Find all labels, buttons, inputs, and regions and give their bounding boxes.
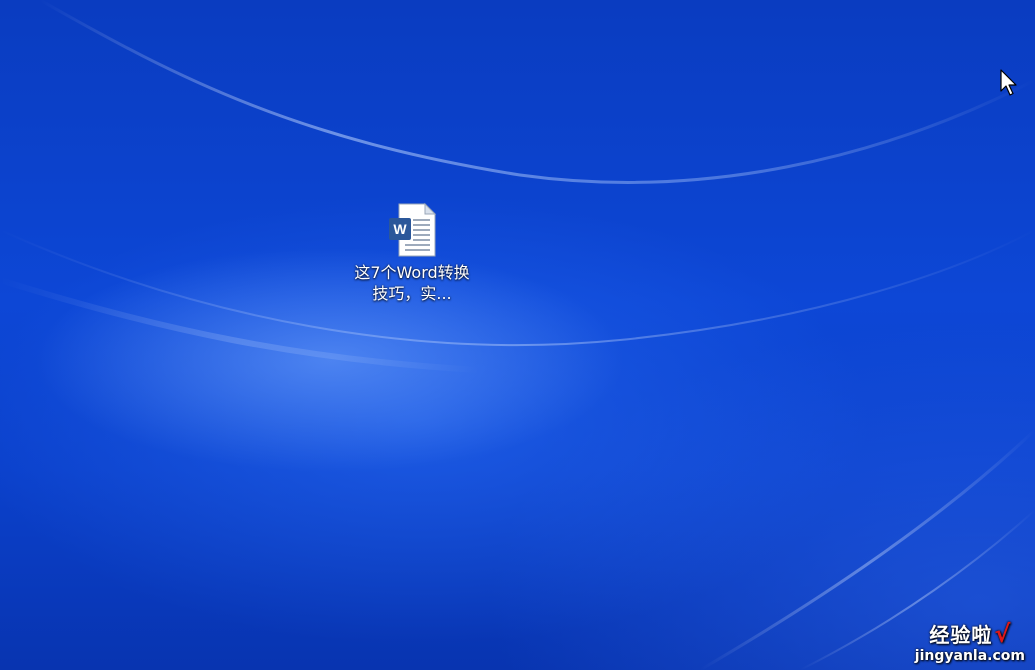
arrow-cursor-icon	[1000, 69, 1017, 96]
desktop-icon-word-document[interactable]: W 这7个Word转换技巧，实...	[350, 202, 474, 304]
watermark: 经验啦√ jingyanla.com	[915, 620, 1025, 664]
checkmark-icon: √	[994, 620, 1011, 648]
word-document-icon: W	[389, 202, 437, 257]
watermark-url: jingyanla.com	[914, 648, 1025, 664]
desktop[interactable]: W 这7个Word转换技巧，实... 经验啦√ jingyanla.com	[0, 0, 1035, 670]
wallpaper-swoosh	[0, 0, 1035, 670]
desktop-icon-label: 这7个Word转换技巧，实...	[354, 263, 470, 303]
watermark-title: 经验啦	[929, 623, 993, 647]
svg-text:W: W	[393, 221, 407, 237]
